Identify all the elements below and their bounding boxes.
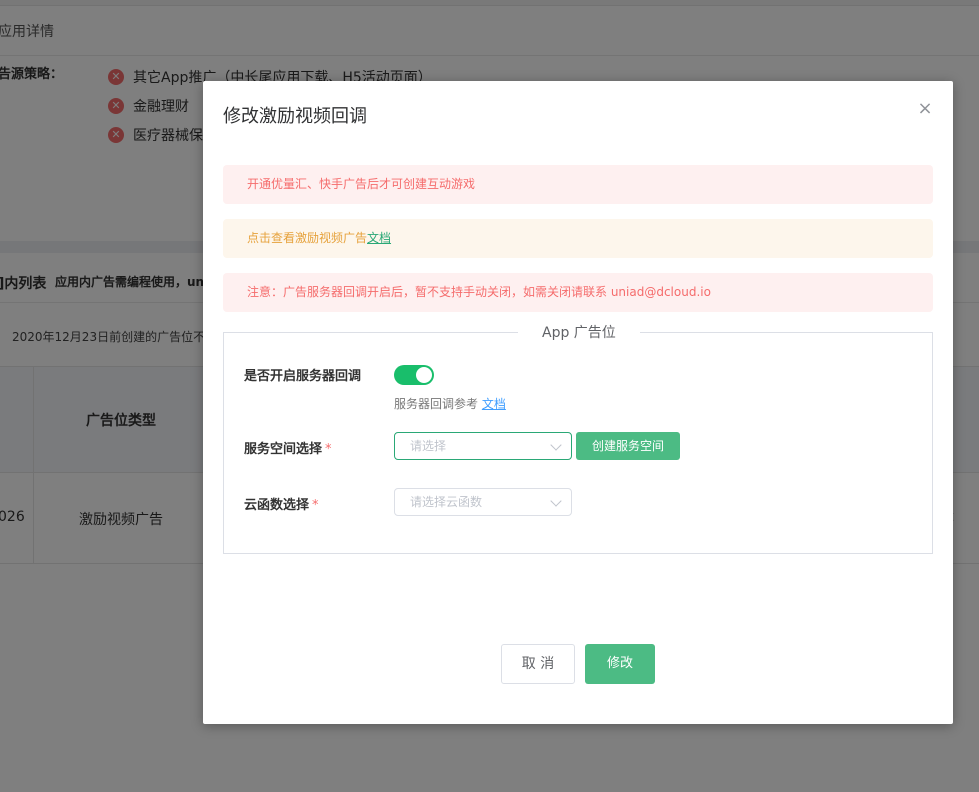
section-legend: App 广告位 xyxy=(518,324,640,342)
space-label: 服务空间选择 * xyxy=(244,438,332,457)
edit-callback-dialog: 修改激励视频回调 × 开通优量汇、快手广告后才可创建互动游戏 点击查看激励视频广… xyxy=(203,81,953,724)
space-select[interactable]: 请选择 xyxy=(394,432,572,460)
space-label-text: 服务空间选择 xyxy=(244,442,323,457)
alert-notice: 注意：广告服务器回调开启后，暂不支持手动关闭，如需关闭请联系 uniad@dcl… xyxy=(223,273,933,312)
alert-doc-text: 点击查看激励视频广告 xyxy=(247,231,368,245)
callback-label: 是否开启服务器回调 xyxy=(244,365,361,384)
callback-label-text: 是否开启服务器回调 xyxy=(244,369,362,384)
space-select-placeholder: 请选择 xyxy=(410,439,447,453)
callback-hint-text: 服务器回调参考 xyxy=(394,397,479,411)
toggle-knob xyxy=(416,367,432,383)
required-mark: * xyxy=(325,442,332,457)
function-label: 云函数选择 * xyxy=(244,494,319,513)
chevron-down-icon xyxy=(550,495,562,507)
alert-interactive-game: 开通优量汇、快手广告后才可创建互动游戏 xyxy=(223,165,933,204)
callback-toggle[interactable] xyxy=(394,365,434,385)
chevron-down-icon xyxy=(550,439,562,451)
required-mark: * xyxy=(312,498,319,513)
function-select-placeholder: 请选择云函数 xyxy=(410,495,483,509)
function-label-text: 云函数选择 xyxy=(244,498,310,513)
callback-hint: 服务器回调参考 文档 xyxy=(394,395,506,412)
app-ad-section: App 广告位 是否开启服务器回调 服务器回调参考 文档 服务空间选择 * 请选择… xyxy=(223,324,933,554)
alert-doc: 点击查看激励视频广告文档 xyxy=(223,219,933,258)
callback-doc-link[interactable]: 文档 xyxy=(482,397,506,411)
confirm-button[interactable]: 修改 xyxy=(585,644,655,684)
function-select[interactable]: 请选择云函数 xyxy=(394,488,572,516)
cancel-button[interactable]: 取 消 xyxy=(501,644,575,684)
create-space-button[interactable]: 创建服务空间 xyxy=(576,432,680,460)
doc-link[interactable]: 文档 xyxy=(367,231,391,245)
dialog-title: 修改激励视频回调 xyxy=(223,106,367,127)
close-icon[interactable]: × xyxy=(915,99,935,119)
